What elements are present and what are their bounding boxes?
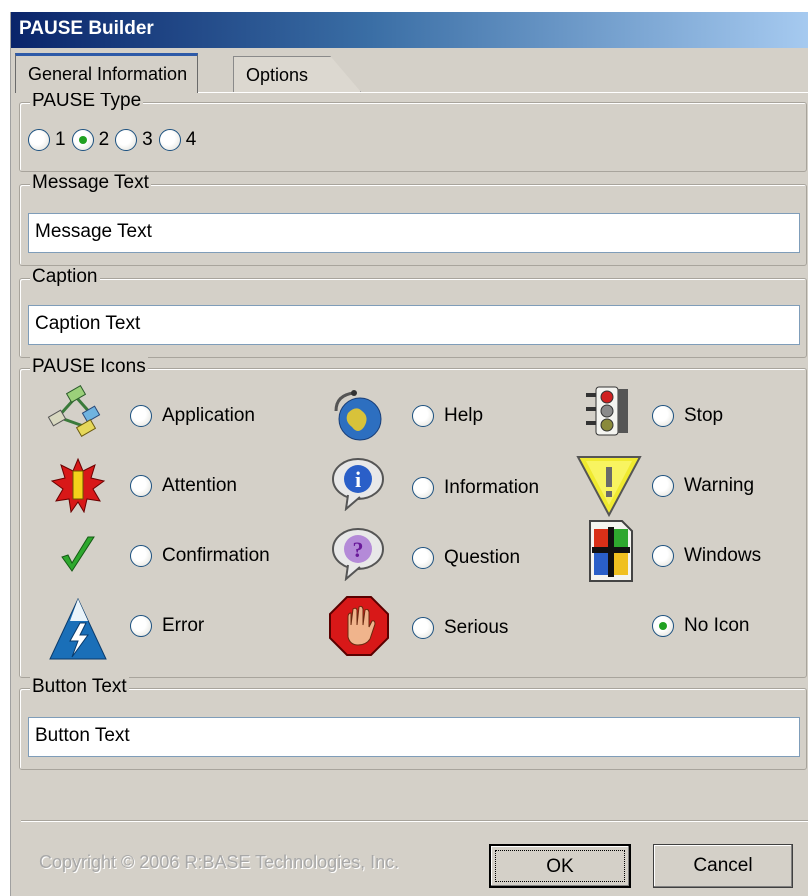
icon-label-stop: Stop [684, 405, 724, 426]
icon-label-warning: Warning [684, 475, 755, 496]
pause-type-radio-1[interactable] [28, 129, 50, 151]
button-text-legend: Button Text [30, 676, 129, 698]
ok-button[interactable]: OK [489, 844, 631, 888]
icon-radio-stop[interactable] [652, 405, 674, 427]
tab-general-information[interactable]: General Information [15, 53, 199, 93]
pause-type-label-4: 4 [185, 129, 197, 150]
icon-label-serious: Serious [444, 617, 509, 638]
icon-radio-no-icon[interactable] [652, 615, 674, 637]
icon-option-application[interactable]: Application [130, 401, 261, 431]
button-text-input[interactable]: Button Text [28, 717, 800, 757]
button-text-group: Button Text Button Text [19, 676, 807, 770]
icon-option-confirmation[interactable]: Confirmation [130, 541, 276, 571]
pause-type-label-1: 1 [55, 129, 66, 150]
pause-icons-group: PAUSE Icons Application Help Stop Attent… [19, 356, 807, 678]
pause-builder-window: PAUSE Builder General Information Option… [10, 12, 808, 896]
warning-triangle-icon [576, 456, 642, 518]
icon-option-question[interactable]: Question [412, 543, 526, 573]
message-text-group: Message Text Message Text [19, 172, 807, 266]
pause-type-radio-4[interactable] [158, 129, 181, 151]
checkmark-icon [61, 536, 95, 572]
footer-divider [21, 820, 808, 822]
icon-option-serious[interactable]: Serious [412, 613, 514, 643]
icon-radio-attention[interactable] [130, 475, 152, 497]
copyright-text: Copyright © 2006 R:BASE Technologies, In… [39, 852, 400, 872]
stop-hand-icon [329, 596, 389, 656]
icon-radio-windows[interactable] [652, 545, 674, 567]
tab-options[interactable]: Options [233, 56, 361, 92]
pause-icons-legend: PAUSE Icons [30, 356, 148, 378]
icon-option-stop[interactable]: Stop [652, 401, 729, 431]
pause-type-group: PAUSE Type 1 2 3 4 [19, 90, 807, 172]
icon-radio-warning[interactable] [652, 475, 674, 497]
icon-option-attention[interactable]: Attention [130, 471, 243, 501]
traffic-light-icon [586, 386, 628, 436]
icon-radio-question[interactable] [412, 547, 434, 569]
icon-label-application: Application [162, 405, 255, 426]
cancel-button[interactable]: Cancel [653, 844, 793, 888]
cancel-button-label: Cancel [693, 855, 753, 876]
icon-label-information: Information [444, 477, 540, 498]
icon-label-attention: Attention [162, 475, 237, 496]
pause-type-label-3: 3 [142, 129, 153, 150]
icon-option-windows[interactable]: Windows [652, 541, 767, 571]
icon-radio-help[interactable] [412, 405, 434, 427]
caption-input[interactable]: Caption Text [28, 305, 800, 345]
icon-label-help: Help [444, 405, 484, 426]
windows-document-icon [589, 520, 633, 582]
icon-radio-application[interactable] [130, 405, 152, 427]
message-text-input[interactable]: Message Text [28, 213, 800, 253]
icon-option-error[interactable]: Error [130, 611, 210, 641]
application-icon [47, 384, 101, 438]
icon-radio-error[interactable] [130, 615, 152, 637]
message-text-legend: Message Text [30, 172, 151, 194]
icon-radio-information[interactable] [412, 477, 434, 499]
pause-type-radio-2[interactable] [71, 129, 94, 151]
icon-label-question: Question [444, 547, 521, 568]
icon-label-error: Error [162, 615, 205, 636]
ok-focus-rect [495, 850, 625, 882]
help-globe-icon [334, 390, 382, 441]
pause-type-label-2: 2 [98, 129, 110, 150]
caption-legend: Caption [30, 266, 100, 288]
pause-type-legend: PAUSE Type [30, 90, 144, 112]
icon-label-windows: Windows [684, 545, 762, 566]
icon-option-information[interactable]: Information [412, 473, 545, 503]
icon-label-no-icon: No Icon [684, 615, 750, 636]
error-lightning-icon [49, 597, 107, 660]
pause-type-options: 1 2 3 4 [28, 129, 202, 151]
information-bubble-icon: i [332, 458, 384, 511]
caption-group: Caption Caption Text [19, 266, 807, 358]
icon-option-help[interactable]: Help [412, 401, 489, 431]
question-bubble-icon: ? [332, 528, 384, 581]
icon-option-warning[interactable]: Warning [652, 471, 760, 501]
icon-radio-serious[interactable] [412, 617, 434, 639]
window-title: PAUSE Builder [11, 12, 808, 48]
pause-type-radio-3[interactable] [115, 129, 138, 151]
svg-text:i: i [355, 467, 361, 492]
icon-label-confirmation: Confirmation [162, 545, 270, 566]
icon-radio-confirmation[interactable] [130, 545, 152, 567]
icon-option-no-icon[interactable]: No Icon [652, 611, 755, 641]
svg-text:?: ? [353, 537, 364, 562]
attention-burst-icon [50, 457, 106, 513]
